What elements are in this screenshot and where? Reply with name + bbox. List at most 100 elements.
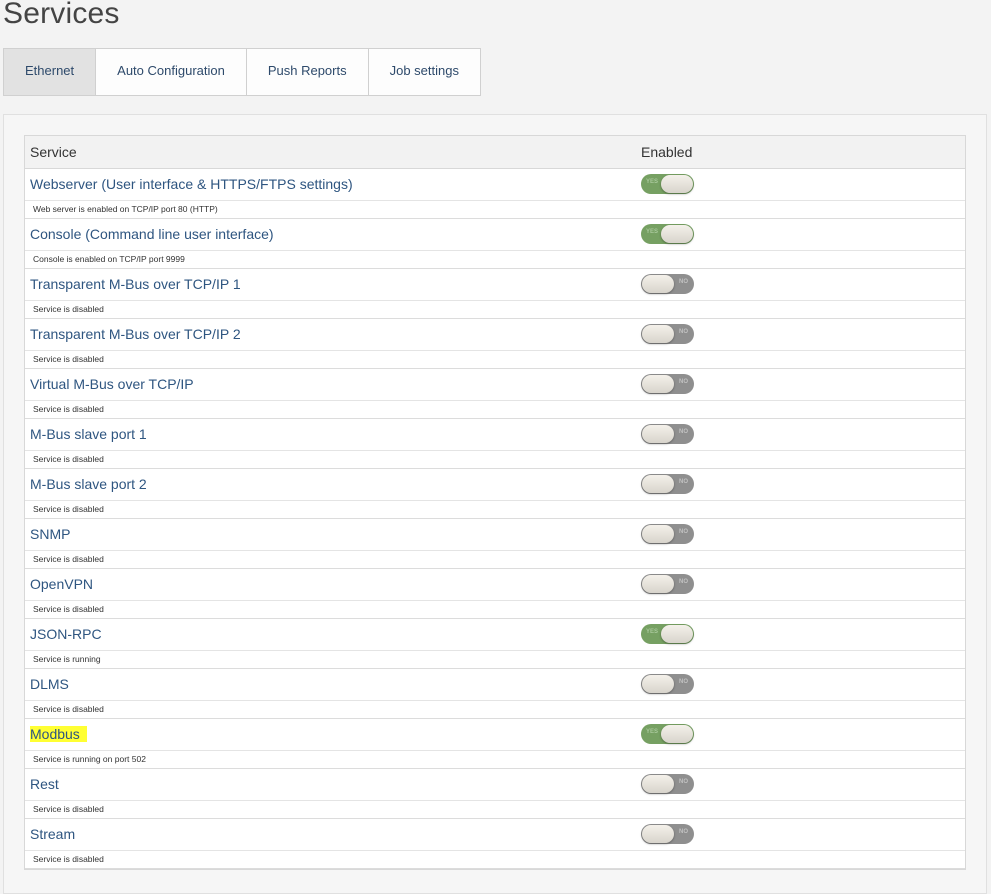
toggle-state-label: YES [646,729,659,735]
service-enabled-toggle[interactable]: NO [641,474,694,494]
service-name-link[interactable]: Modbus [30,726,87,742]
service-enabled-toggle[interactable]: NO [641,824,694,844]
service-row-main: Modbus YES [25,719,965,751]
service-enabled-toggle[interactable]: NO [641,524,694,544]
service-name-link[interactable]: JSON-RPC [30,626,102,642]
toggle-state-label: YES [646,179,659,185]
service-status-text: Service is disabled [33,304,104,314]
service-status-text: Service is disabled [33,854,104,864]
service-status-text: Web server is enabled on TCP/IP port 80 … [33,204,218,214]
service-row-main: M-Bus slave port 2 NO [25,469,965,501]
service-enabled-toggle[interactable]: YES [641,724,694,744]
toggle-knob[interactable] [661,175,693,193]
toggle-knob[interactable] [642,575,674,593]
toggle-state-label: NO [679,279,688,285]
service-status-text: Service is disabled [33,404,104,414]
service-row-main: OpenVPN NO [25,569,965,601]
service-name-link[interactable]: Stream [30,826,75,842]
toggle-knob[interactable] [642,275,674,293]
table-row: Stream NO Service is disabled [25,819,965,869]
service-enabled-toggle[interactable]: NO [641,674,694,694]
tab-bar: Ethernet Auto Configuration Push Reports… [3,48,481,96]
toggle-state-label: NO [679,529,688,535]
table-row: M-Bus slave port 1 NO Service is disabled [25,419,965,469]
service-name-link[interactable]: Rest [30,776,59,792]
toggle-knob[interactable] [642,775,674,793]
service-enabled-toggle[interactable]: NO [641,374,694,394]
service-status-text: Service is disabled [33,354,104,364]
toggle-knob[interactable] [642,475,674,493]
service-name-link[interactable]: Transparent M-Bus over TCP/IP 1 [30,276,241,292]
service-row-main: SNMP NO [25,519,965,551]
toggle-knob[interactable] [642,375,674,393]
toggle-state-label: NO [679,379,688,385]
toggle-state-label: NO [679,329,688,335]
services-table: Service Enabled Webserver (User interfac… [24,135,966,870]
service-enabled-toggle[interactable]: YES [641,224,694,244]
table-row: Transparent M-Bus over TCP/IP 2 NO Service… [25,319,965,369]
service-name-link[interactable]: Transparent M-Bus over TCP/IP 2 [30,326,241,342]
column-header-enabled: Enabled [641,144,693,160]
service-row-main: Rest NO [25,769,965,801]
table-row: DLMS NO Service is disabled [25,669,965,719]
service-status-text: Service is disabled [33,804,104,814]
service-enabled-toggle[interactable]: YES [641,174,694,194]
table-row: Transparent M-Bus over TCP/IP 1 NO Service… [25,269,965,319]
service-name-link[interactable]: SNMP [30,526,70,542]
table-row: Modbus YES Service is running on port 502 [25,719,965,769]
service-enabled-toggle[interactable]: NO [641,324,694,344]
service-row-main: M-Bus slave port 1 NO [25,419,965,451]
toggle-state-label: NO [679,829,688,835]
toggle-state-label: YES [646,229,659,235]
page-title: Services [3,0,120,30]
service-status-text: Console is enabled on TCP/IP port 9999 [33,254,185,264]
service-name-link[interactable]: M-Bus slave port 2 [30,476,147,492]
toggle-knob[interactable] [661,725,693,743]
service-row-main: Virtual M-Bus over TCP/IP NO [25,369,965,401]
table-row: Webserver (User interface & HTTPS/FTPS s… [25,169,965,219]
table-row: SNMP NO Service is disabled [25,519,965,569]
toggle-knob[interactable] [661,625,693,643]
toggle-knob[interactable] [661,225,693,243]
tab-job-settings[interactable]: Job settings [368,49,480,95]
table-body: Webserver (User interface & HTTPS/FTPS s… [25,169,965,869]
toggle-state-label: NO [679,579,688,585]
service-enabled-toggle[interactable]: NO [641,574,694,594]
toggle-knob[interactable] [642,825,674,843]
service-status-text: Service is disabled [33,554,104,564]
service-enabled-toggle[interactable]: NO [641,774,694,794]
service-enabled-toggle[interactable]: YES [641,624,694,644]
toggle-state-label: NO [679,779,688,785]
tab-ethernet[interactable]: Ethernet [4,49,97,95]
service-enabled-toggle[interactable]: NO [641,424,694,444]
table-row: M-Bus slave port 2 NO Service is disabled [25,469,965,519]
tab-auto-configuration[interactable]: Auto Configuration [96,49,247,95]
service-row-main: Console (Command line user interface) YES [25,219,965,251]
service-row-main: DLMS NO [25,669,965,701]
service-row-main: Stream NO [25,819,965,851]
toggle-knob[interactable] [642,525,674,543]
toggle-knob[interactable] [642,425,674,443]
table-row: Rest NO Service is disabled [25,769,965,819]
toggle-state-label: NO [679,679,688,685]
toggle-knob[interactable] [642,325,674,343]
toggle-knob[interactable] [642,675,674,693]
service-name-link[interactable]: Console (Command line user interface) [30,226,274,242]
service-name-link[interactable]: M-Bus slave port 1 [30,426,147,442]
service-status-text: Service is disabled [33,704,104,714]
table-row: JSON-RPC YES Service is running [25,619,965,669]
service-name-link[interactable]: Webserver (User interface & HTTPS/FTPS s… [30,176,353,192]
toggle-state-label: NO [679,479,688,485]
service-enabled-toggle[interactable]: NO [641,274,694,294]
tab-push-reports[interactable]: Push Reports [246,49,369,95]
toggle-state-label: YES [646,629,659,635]
table-header: Service Enabled [25,136,965,169]
service-name-link[interactable]: Virtual M-Bus over TCP/IP [30,376,194,392]
service-status-text: Service is disabled [33,604,104,614]
column-header-service: Service [30,144,77,160]
service-name-link[interactable]: DLMS [30,676,69,692]
table-row: OpenVPN NO Service is disabled [25,569,965,619]
service-status-text: Service is disabled [33,504,104,514]
service-row-main: JSON-RPC YES [25,619,965,651]
service-name-link[interactable]: OpenVPN [30,576,93,592]
